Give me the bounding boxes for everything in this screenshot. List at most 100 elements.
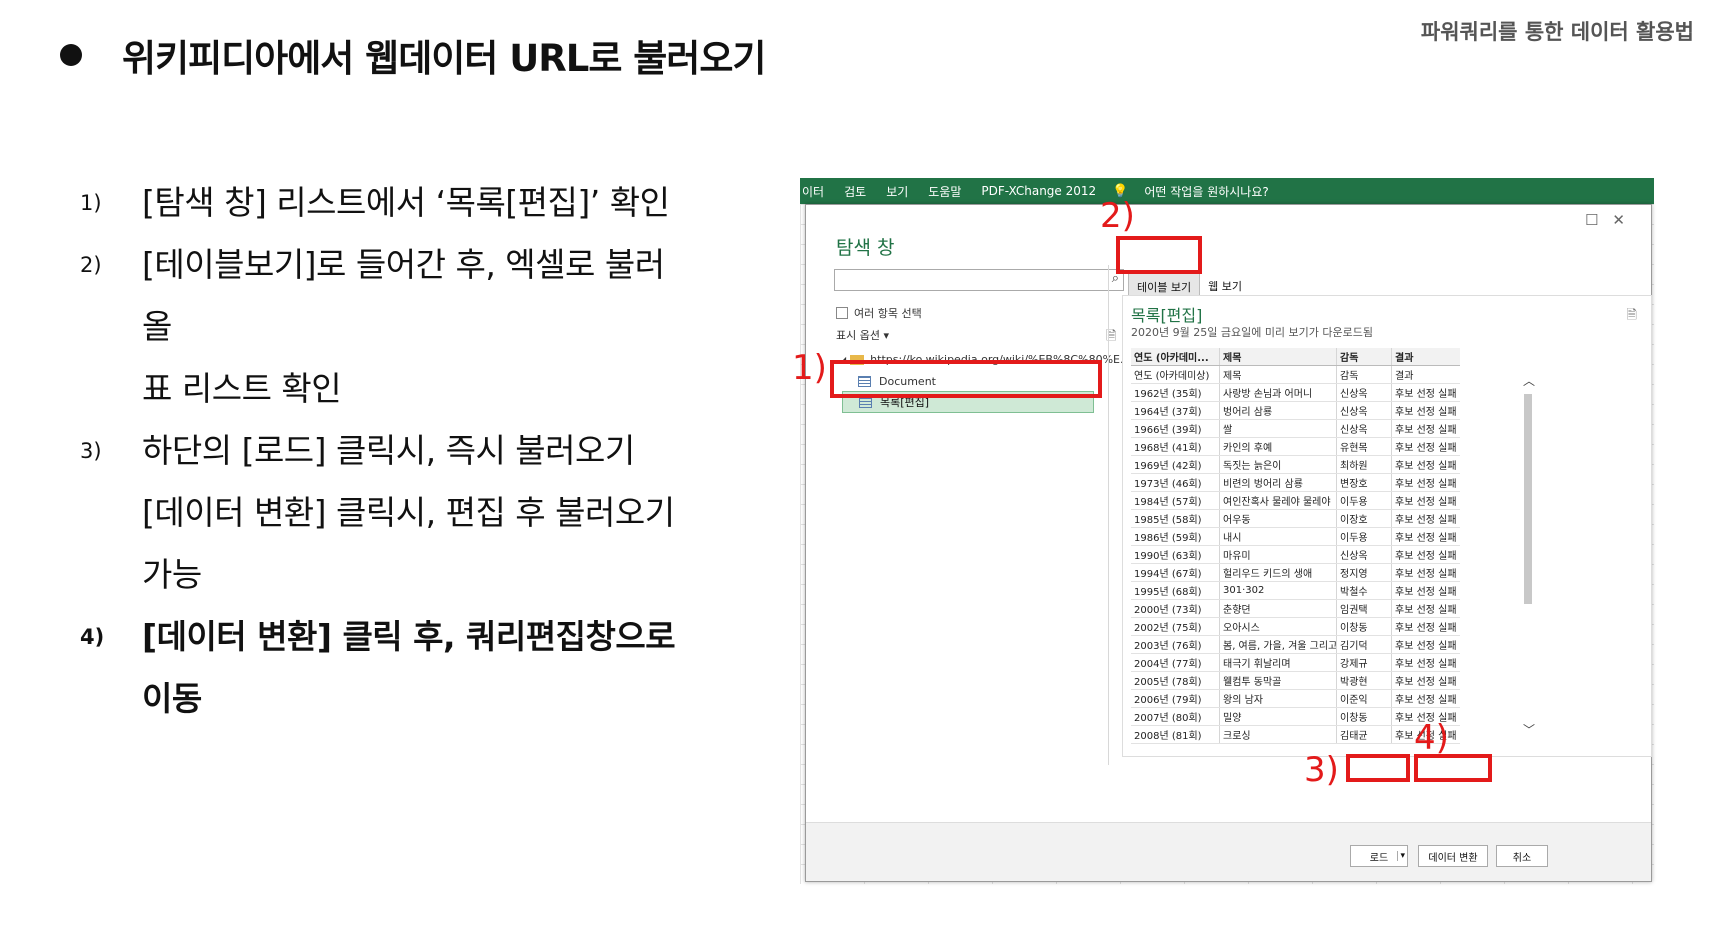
ribbon-tab[interactable]: 도움말: [928, 183, 961, 200]
table-row: 1995년 (68회) 301·302 박철수 후보 선정 실패: [1131, 581, 1460, 600]
multi-select-checkbox[interactable]: 여러 항목 선택: [836, 305, 922, 321]
display-options-dropdown[interactable]: 표시 옵션 ▾: [836, 327, 889, 343]
table-row: 2002년 (75회) 오아시스 이창동 후보 선정 실패: [1131, 617, 1460, 636]
table-cell: 1962년 (35회): [1131, 383, 1220, 402]
table-cell: 결과: [1391, 365, 1460, 384]
table-cell: 벙어리 삼룡: [1219, 401, 1337, 420]
table-cell: 후보 선정 실패: [1391, 545, 1460, 564]
close-icon[interactable]: ✕: [1612, 211, 1639, 229]
bullet-icon: [60, 44, 82, 66]
annotation-label-3: 3): [1304, 750, 1339, 790]
table-cell: 2008년 (81회): [1131, 725, 1220, 744]
table-cell: 1986년 (59회): [1131, 527, 1220, 546]
preview-scrollbar[interactable]: ︿ ﹀: [1523, 368, 1535, 738]
table-cell: 1966년 (39회): [1131, 419, 1220, 438]
table-cell: 춘향뎐: [1219, 599, 1337, 618]
table-header-cell[interactable]: 제목: [1219, 348, 1337, 366]
step-number: 1): [80, 191, 102, 215]
document-icon[interactable]: 🗎: [1627, 306, 1637, 328]
ribbon-tab[interactable]: 검토: [844, 183, 866, 200]
table-row: 연도 (아카데미상) 제목 감독 결과: [1131, 365, 1460, 384]
step-2: 2) [테이블보기]로 들어간 후, 엑셀로 불러 올 표 리스트 확인: [80, 234, 720, 420]
step-text: 가능: [142, 555, 202, 594]
table-cell: 1968년 (41회): [1131, 437, 1220, 456]
checkbox-icon[interactable]: [836, 307, 848, 319]
chevron-up-icon[interactable]: ︿: [1523, 372, 1535, 389]
table-header-cell[interactable]: 연도 (아카데미...: [1131, 348, 1220, 366]
table-cell: 독짓는 늙은이: [1219, 455, 1337, 474]
table-cell: 2002년 (75회): [1131, 617, 1220, 636]
cancel-button[interactable]: 취소: [1496, 845, 1548, 867]
scrollbar-thumb[interactable]: [1524, 394, 1532, 604]
step-text: 이동: [142, 679, 202, 718]
maximize-icon[interactable]: ☐: [1585, 211, 1612, 229]
table-cell: 신상옥: [1336, 383, 1392, 402]
table-cell: 2004년 (77회): [1131, 653, 1220, 672]
ribbon-tab[interactable]: 보기: [886, 183, 908, 200]
table-cell: 후보 선정 실패: [1391, 689, 1460, 708]
table-cell: 태극기 휘날리며: [1219, 653, 1337, 672]
table-cell: 1964년 (37회): [1131, 401, 1220, 420]
table-cell: 신상옥: [1336, 419, 1392, 438]
table-cell: 후보 선정 실패: [1391, 419, 1460, 438]
highlight-box-3: [1346, 754, 1410, 782]
table-row: 2006년 (79회) 왕의 남자 이준익 후보 선정 실패: [1131, 689, 1460, 708]
table-row: 1994년 (67회) 헐리우드 키드의 생애 정지영 후보 선정 실패: [1131, 563, 1460, 582]
table-cell: 2003년 (76회): [1131, 635, 1220, 654]
tell-me-box[interactable]: 어떤 작업을 원하시나요?: [1144, 183, 1268, 200]
table-cell: 1990년 (63회): [1131, 545, 1220, 564]
highlight-box-1: [830, 360, 1102, 398]
table-cell: 후보 선정 실패: [1391, 509, 1460, 528]
table-cell: 이두용: [1336, 491, 1392, 510]
table-row: 2004년 (77회) 태극기 휘날리며 강제규 후보 선정 실패: [1131, 653, 1460, 672]
table-cell: 사랑방 손님과 어머니: [1219, 383, 1337, 402]
table-cell: 2000년 (73회): [1131, 599, 1220, 618]
ribbon-tab[interactable]: PDF-XChange 2012: [981, 184, 1096, 198]
table-row: 2008년 (81회) 크로싱 김태균 후보 선정 실패: [1131, 725, 1460, 744]
table-cell: 후보 선정 실패: [1391, 473, 1460, 492]
table-row: 1962년 (35회) 사랑방 손님과 어머니 신상옥 후보 선정 실패: [1131, 383, 1460, 402]
table-row: 2003년 (76회)봄, 여름, 가을, 겨울 그리고 봄김기덕후보 선정 실…: [1131, 635, 1460, 654]
table-cell: 내시: [1219, 527, 1337, 546]
table-cell: 1985년 (58회): [1131, 509, 1220, 528]
table-row: 1969년 (42회) 독짓는 늙은이 최하원 후보 선정 실패: [1131, 455, 1460, 474]
transform-data-button[interactable]: 데이터 변환: [1418, 845, 1488, 867]
preview-subtitle: 2020년 9월 25일 금요일에 미리 보기가 다운로드됨: [1131, 326, 1374, 339]
step-text: 하단의 [로드] 클릭시, 즉시 불러오기: [142, 431, 635, 470]
table-cell: 카인의 후예: [1219, 437, 1337, 456]
table-cell: 후보 선정 실패: [1391, 437, 1460, 456]
table-cell: 오아시스: [1219, 617, 1337, 636]
table-header-cell[interactable]: 감독: [1336, 348, 1392, 366]
step-number: 3): [80, 439, 102, 463]
load-button[interactable]: 로드 ▾: [1350, 845, 1408, 867]
step-text: [데이터 변환] 클릭 후, 쿼리편집창으로: [142, 617, 676, 656]
table-cell: 여인잔혹사 물레야 물레야: [1219, 491, 1337, 510]
preview-table: 연도 (아카데미... 제목 감독 결과 연도 (아카데미상) 제목 감독 결과 1962년 …: [1131, 348, 1460, 744]
table-cell: 정지영: [1336, 563, 1392, 582]
navigator-search-input[interactable]: ⌕: [834, 269, 1124, 291]
annotation-label-1: 1): [792, 348, 827, 388]
ribbon-tab[interactable]: 이터: [802, 183, 824, 200]
table-cell: 후보 선정 실패: [1391, 383, 1460, 402]
step-text: [테이블보기]로 들어간 후, 엑셀로 불러: [142, 245, 665, 284]
pane-divider: [1108, 265, 1109, 765]
step-1: 1) [탐색 창] 리스트에서 ‘목록[편집]’ 확인: [80, 172, 720, 234]
table-cell: 후보 선정 실패: [1391, 527, 1460, 546]
page-title: 위키피디아에서 웹데이터 URL로 불러오기: [122, 37, 766, 80]
table-cell: 김태균: [1336, 725, 1392, 744]
table-cell: 유현목: [1336, 437, 1392, 456]
chevron-down-icon[interactable]: ▾: [1397, 851, 1405, 861]
highlight-box-4: [1414, 754, 1492, 782]
highlight-box-2: [1116, 236, 1202, 274]
table-cell: 이장호: [1336, 509, 1392, 528]
table-row: 1985년 (58회) 어우동 이장호 후보 선정 실패: [1131, 509, 1460, 528]
load-label: 로드: [1369, 852, 1389, 864]
step-list: 1) [탐색 창] 리스트에서 ‘목록[편집]’ 확인 2) [테이블보기]로 …: [80, 172, 720, 730]
table-cell: 후보 선정 실패: [1391, 599, 1460, 618]
table-header-cell[interactable]: 결과: [1391, 348, 1460, 366]
chevron-down-icon[interactable]: ﹀: [1523, 721, 1535, 738]
table-row: 1990년 (63회) 마유미 신상옥 후보 선정 실패: [1131, 545, 1460, 564]
table-cell: 김기덕: [1336, 635, 1392, 654]
annotation-label-2: 2): [1100, 196, 1135, 236]
multi-select-label: 여러 항목 선택: [854, 307, 922, 320]
